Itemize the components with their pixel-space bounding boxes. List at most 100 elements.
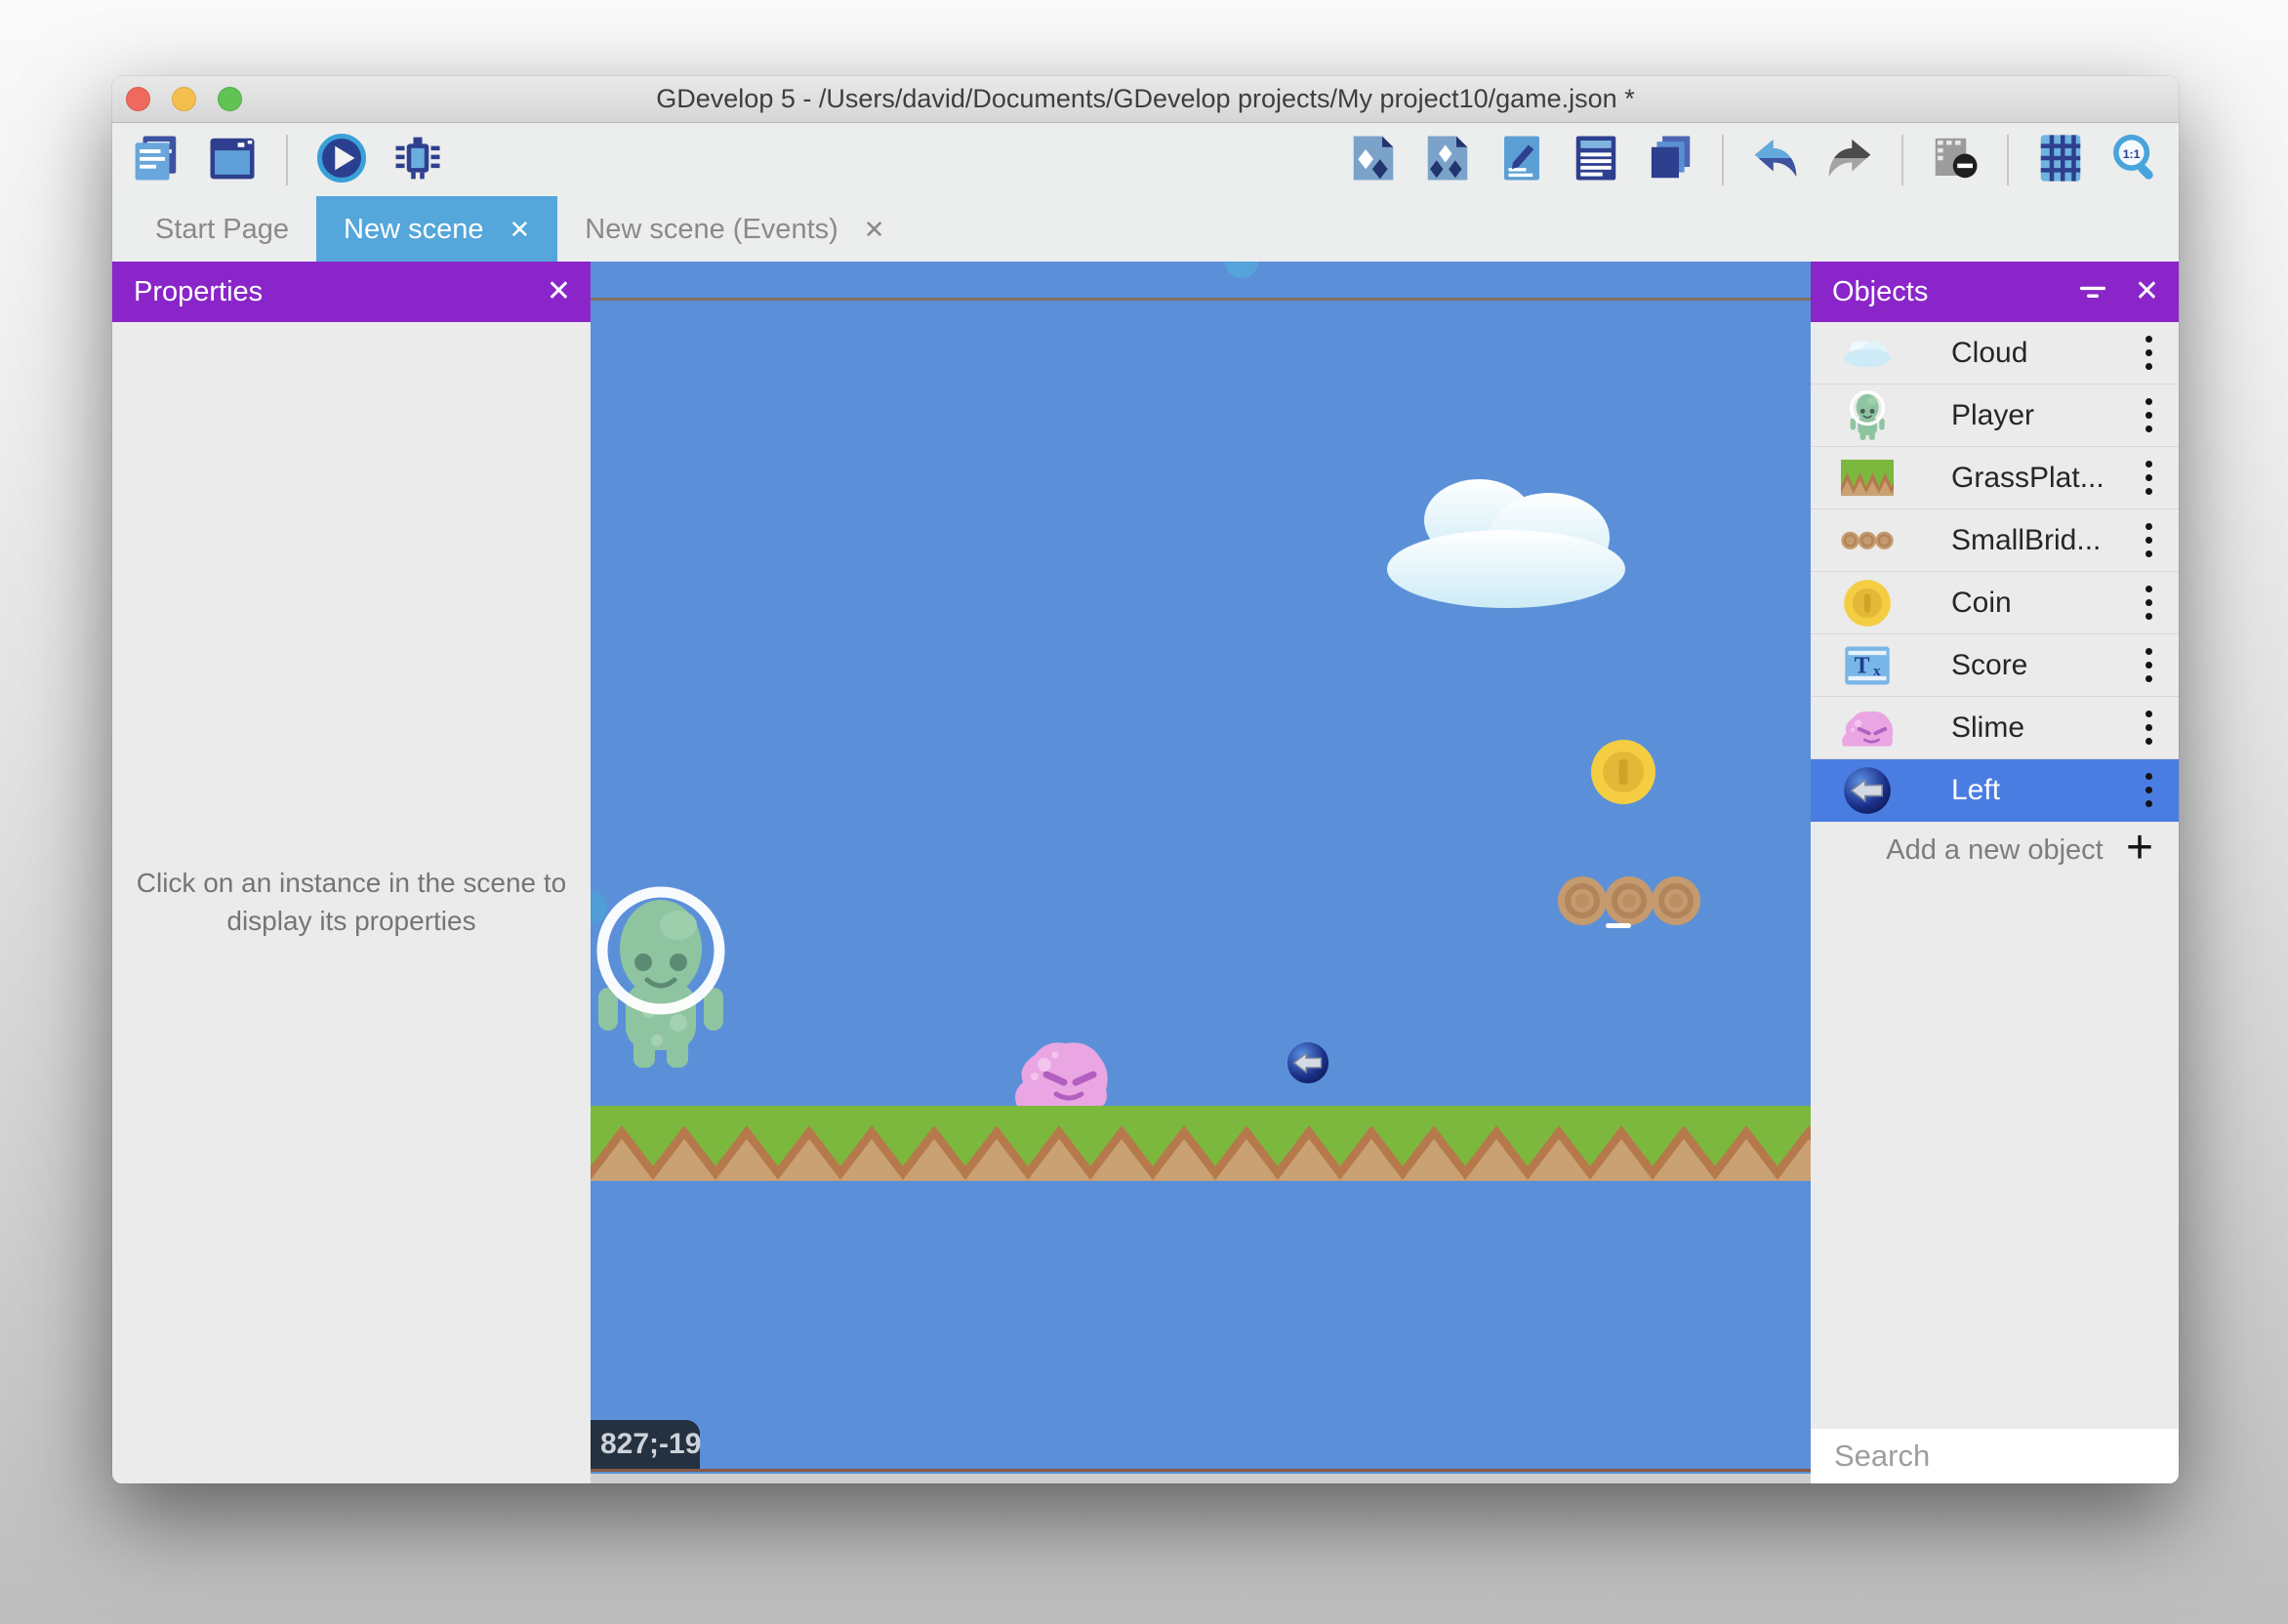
add-object-label: Add a new object	[1886, 834, 2103, 867]
toolbar: 1:1	[112, 123, 2179, 196]
tab-label: New scene	[344, 214, 483, 246]
grid-icon	[2034, 132, 2087, 187]
object-menu-icon[interactable]	[2132, 520, 2165, 561]
instance-coin[interactable]	[1588, 737, 1658, 807]
properties-panel-title: Properties	[134, 276, 547, 308]
slime-icon	[1838, 702, 1897, 754]
toolbar-separator	[2007, 135, 2009, 185]
grass-platform-icon	[1838, 452, 1897, 505]
zoom-original-button[interactable]: 1:1	[2106, 132, 2163, 188]
instance-grass-platform[interactable]	[591, 1106, 1811, 1181]
instance-slime[interactable]	[1013, 1037, 1109, 1106]
object-groups-icon	[1421, 132, 1474, 187]
object-menu-icon[interactable]	[2132, 770, 2165, 811]
object-label: Slime	[1897, 711, 2132, 745]
cloud-icon	[1838, 327, 1897, 380]
project-manager-button[interactable]	[128, 132, 184, 188]
object-row-smallbrid[interactable]: SmallBrid...	[1811, 509, 2179, 572]
filter-icon[interactable]	[2076, 275, 2109, 308]
objects-editor-icon	[1347, 132, 1400, 187]
grid-button[interactable]	[2032, 132, 2089, 188]
tab-close-icon[interactable]: ✕	[864, 215, 885, 245]
left-icon	[1838, 764, 1897, 817]
player-icon	[1838, 389, 1897, 442]
toolbar-separator	[1901, 135, 1903, 185]
tab-close-icon[interactable]: ✕	[510, 215, 531, 245]
svg-text:x: x	[1873, 662, 1881, 678]
objects-panel: Objects ✕ Cloud Player GrassPlat... SmallBr…	[1811, 262, 2179, 1483]
selection-handle[interactable]	[1225, 262, 1258, 278]
object-label: GrassPlat...	[1897, 462, 2132, 495]
tab-label: Start Page	[155, 214, 289, 246]
object-menu-icon[interactable]	[2132, 708, 2165, 749]
svg-text:1:1: 1:1	[2123, 147, 2141, 161]
window-mask-icon	[1929, 132, 1982, 187]
minimize-window-button[interactable]	[172, 87, 196, 111]
toolbar-separator	[1722, 135, 1724, 185]
scene-window-button[interactable]	[204, 132, 261, 188]
object-label: Score	[1897, 649, 2132, 682]
content-area: Properties ✕ Click on an instance in the…	[112, 262, 2179, 1483]
tab-new-scene[interactable]: New scene ✕	[316, 196, 557, 263]
object-row-score[interactable]: TxScore	[1811, 634, 2179, 697]
properties-panel: Properties ✕ Click on an instance in the…	[112, 262, 591, 1483]
debug-icon	[391, 132, 444, 187]
instance-left-ball[interactable]	[1286, 1040, 1330, 1085]
scene-properties-icon	[1495, 132, 1548, 187]
instance-small-bridge[interactable]	[1557, 874, 1701, 927]
object-row-coin[interactable]: Coin	[1811, 572, 2179, 634]
scene-editor-column: 827;-19	[591, 262, 1811, 1483]
play-button[interactable]	[313, 132, 370, 188]
instance-cloud[interactable]	[1381, 473, 1635, 610]
scene-properties-button[interactable]	[1493, 132, 1550, 188]
properties-panel-header: Properties ✕	[112, 262, 591, 322]
add-object-row[interactable]: Add a new object +	[1811, 822, 2179, 878]
tab-start-page[interactable]: Start Page	[128, 196, 316, 263]
instances-list-icon	[1570, 132, 1622, 187]
object-row-cloud[interactable]: Cloud	[1811, 322, 2179, 385]
objects-panel-header: Objects ✕	[1811, 262, 2179, 322]
object-row-grassplat[interactable]: GrassPlat...	[1811, 447, 2179, 509]
objects-search-input[interactable]	[1832, 1438, 2179, 1475]
tab-label: New scene (Events)	[585, 214, 838, 246]
layers-icon	[1644, 132, 1696, 187]
play-icon	[315, 132, 368, 187]
redo-button[interactable]	[1821, 132, 1878, 188]
object-row-player[interactable]: Player	[1811, 385, 2179, 447]
object-row-slime[interactable]: Slime	[1811, 697, 2179, 759]
instance-player[interactable]	[592, 886, 729, 1072]
undo-button[interactable]	[1747, 132, 1804, 188]
title-bar: GDevelop 5 - /Users/david/Documents/GDev…	[112, 76, 2179, 123]
layers-button[interactable]	[1642, 132, 1698, 188]
object-menu-icon[interactable]	[2132, 583, 2165, 624]
toolbar-right-group: 1:1	[1345, 132, 2163, 188]
close-window-button[interactable]	[126, 87, 150, 111]
object-menu-icon[interactable]	[2132, 458, 2165, 499]
instances-list-button[interactable]	[1568, 132, 1624, 188]
tab-new-scene-events[interactable]: New scene (Events) ✕	[557, 196, 912, 263]
scene-bottom-border	[591, 1469, 1811, 1472]
objects-search-bar	[1811, 1429, 2179, 1483]
object-menu-icon[interactable]	[2132, 395, 2165, 436]
object-label: Cloud	[1897, 337, 2132, 370]
debug-button[interactable]	[389, 132, 446, 188]
small-bridge-icon	[1838, 514, 1897, 567]
project-manager-icon	[130, 132, 183, 187]
zoom-original-icon: 1:1	[2108, 132, 2161, 187]
object-groups-button[interactable]	[1419, 132, 1476, 188]
window-mask-button[interactable]	[1927, 132, 1983, 188]
zoom-window-button[interactable]	[218, 87, 242, 111]
undo-icon	[1749, 132, 1802, 187]
object-label: Coin	[1897, 587, 2132, 620]
object-menu-icon[interactable]	[2132, 645, 2165, 686]
close-icon[interactable]: ✕	[2135, 277, 2159, 306]
window-title: GDevelop 5 - /Users/david/Documents/GDev…	[656, 84, 1634, 114]
object-label: SmallBrid...	[1897, 524, 2132, 557]
close-icon[interactable]: ✕	[547, 277, 571, 306]
cursor-coordinates-badge: 827;-19	[591, 1420, 700, 1469]
objects-editor-button[interactable]	[1345, 132, 1402, 188]
object-menu-icon[interactable]	[2132, 333, 2165, 374]
object-row-left[interactable]: Left	[1811, 759, 2179, 822]
scene-canvas[interactable]: 827;-19	[591, 262, 1811, 1474]
plus-icon[interactable]: +	[2126, 825, 2153, 872]
